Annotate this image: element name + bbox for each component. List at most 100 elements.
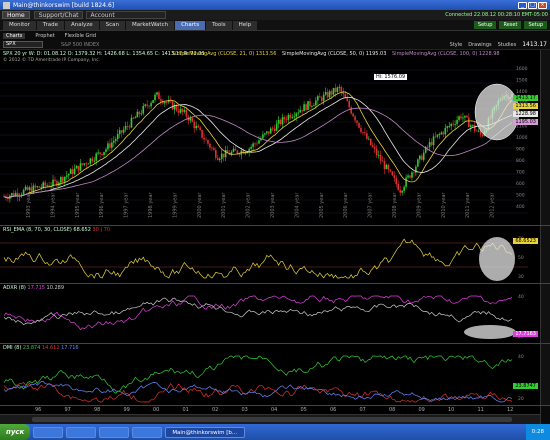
candle-body [348,100,351,108]
candle-body [36,186,39,188]
candle-body [346,98,349,101]
tab-charts[interactable]: Charts [175,20,206,30]
year-label: 2012 year [490,192,496,218]
rsi-panel[interactable]: 705030 RSI_EMA (8, 70, 30, CLOSE) 68.652… [0,226,550,284]
dmi-axis-strip[interactable] [540,344,550,405]
candle-body [195,125,198,129]
candle-body [369,138,372,146]
tabbar-button-2[interactable]: Reset [499,21,522,29]
home-button[interactable]: Home [2,11,30,19]
year-label: 2011 year [465,192,471,218]
symbol-input[interactable]: SPX [3,41,43,48]
candle-body [401,190,403,193]
taskbar-item-3[interactable] [99,426,130,438]
tabbar-button-1[interactable]: Setup [473,21,497,29]
maximize-button[interactable]: □ [528,1,537,9]
taskbar-item-thinkorswim[interactable]: Main@thinkorswim [b... [165,426,246,438]
candle-body [271,128,274,130]
candle-body [320,97,323,101]
candle-body [464,115,466,118]
candle-body [146,104,148,106]
candle-body [475,130,478,132]
account-select[interactable]: Account [86,11,167,19]
sma50-badge: 1228.98 [513,111,538,117]
time-axis-label: 00 [153,407,160,413]
year-label: 2003 year [270,192,276,218]
price-axis-tick: 900 [516,147,525,153]
close-button[interactable]: × [538,1,547,9]
price-axis-strip[interactable] [540,50,550,225]
candle-body [175,105,178,111]
candle-body [252,143,254,147]
tab-help[interactable]: Help [232,20,258,30]
tab-tools[interactable]: Tools [206,20,232,30]
candle-body [103,151,105,155]
year-label: 2001 year [221,192,227,218]
adx-axis-strip[interactable] [540,284,550,343]
candle-body [473,124,476,131]
candle-body [303,104,305,112]
price-axis-tick: 500 [516,193,525,199]
candle-body [362,132,364,133]
tab-scan[interactable]: Scan [99,20,126,30]
candle-body [34,185,37,188]
tab-trade[interactable]: Trade [36,20,64,30]
time-axis-label: 97 [64,407,71,413]
tab-monitor[interactable]: Monitor [3,20,36,30]
chart-area[interactable]: 1993 year 1994 year 1995 year 1996 year 1997… [0,50,550,424]
candle-body [481,134,484,136]
candle-body [330,91,333,95]
candle-body [11,193,13,196]
tab-marketwatch[interactable]: MarketWatch [126,20,175,30]
adx-badge: 17.7163 [513,331,538,337]
adx-chart-svg: 4020 [3,294,524,340]
candle-body [142,105,145,114]
sma100-label: SimpleMovingAvg (CLOSE, 100, 0) 1228.98 [392,51,500,57]
adx-panel[interactable]: 40 20 ADXR (8) 17.715 10.289 17.7163 [0,284,550,344]
price-panel[interactable]: 1993 year 1994 year 1995 year 1996 year 1997… [0,50,550,226]
candle-body [291,116,294,118]
candle-body [277,119,280,124]
candle-body [109,143,111,148]
candle-body [307,101,309,111]
candle-body [375,148,378,156]
candle-body [417,159,419,167]
axis-tick: 50 [518,255,524,261]
studies-button[interactable]: Studies [498,42,517,48]
tab-analyze[interactable]: Analyze [64,20,99,30]
taskbar-item-1[interactable] [33,426,64,438]
dmi-panel[interactable]: 40 20 DMI (8) 23.874 14.612 17.716 23.874… [0,344,550,406]
subtab-flexible-grid[interactable]: Flexible Grid [65,33,96,39]
style-button[interactable]: Style [450,42,463,48]
candle-body [77,165,80,171]
candle-body [13,193,15,197]
taskbar-item-4[interactable] [132,426,163,438]
candle-body [203,137,205,140]
year-label: 2000 year [197,192,203,218]
candle-body [413,172,415,174]
rsi-axis-strip[interactable] [540,226,550,283]
start-button[interactable]: пуск [0,424,31,440]
subtab-prophet[interactable]: Prophet [35,33,54,39]
candle-body [171,101,174,110]
tabbar-button-3[interactable]: Setup [524,21,547,29]
candle-body [301,110,303,112]
candle-body [71,169,74,174]
sma21-line [3,91,513,199]
horizontal-scrollbar[interactable] [0,414,540,424]
subtab-charts[interactable]: Charts [3,32,26,39]
candle-body [470,125,472,128]
candle-body [299,110,301,113]
candle-body [234,148,237,151]
scrollbar-thumb[interactable] [32,417,512,422]
drawings-button[interactable]: Drawings [468,42,491,48]
candle-body [105,149,107,152]
taskbar-item-2[interactable] [66,426,97,438]
candle-body [150,102,152,107]
adx-dmi-line [3,381,513,403]
candle-body [458,116,460,120]
minimize-button[interactable]: _ [518,1,527,9]
time-axis-label: 03 [241,407,248,413]
year-label: 2007 year [368,192,374,218]
support-chat-button[interactable]: Support/Chat [33,11,84,19]
